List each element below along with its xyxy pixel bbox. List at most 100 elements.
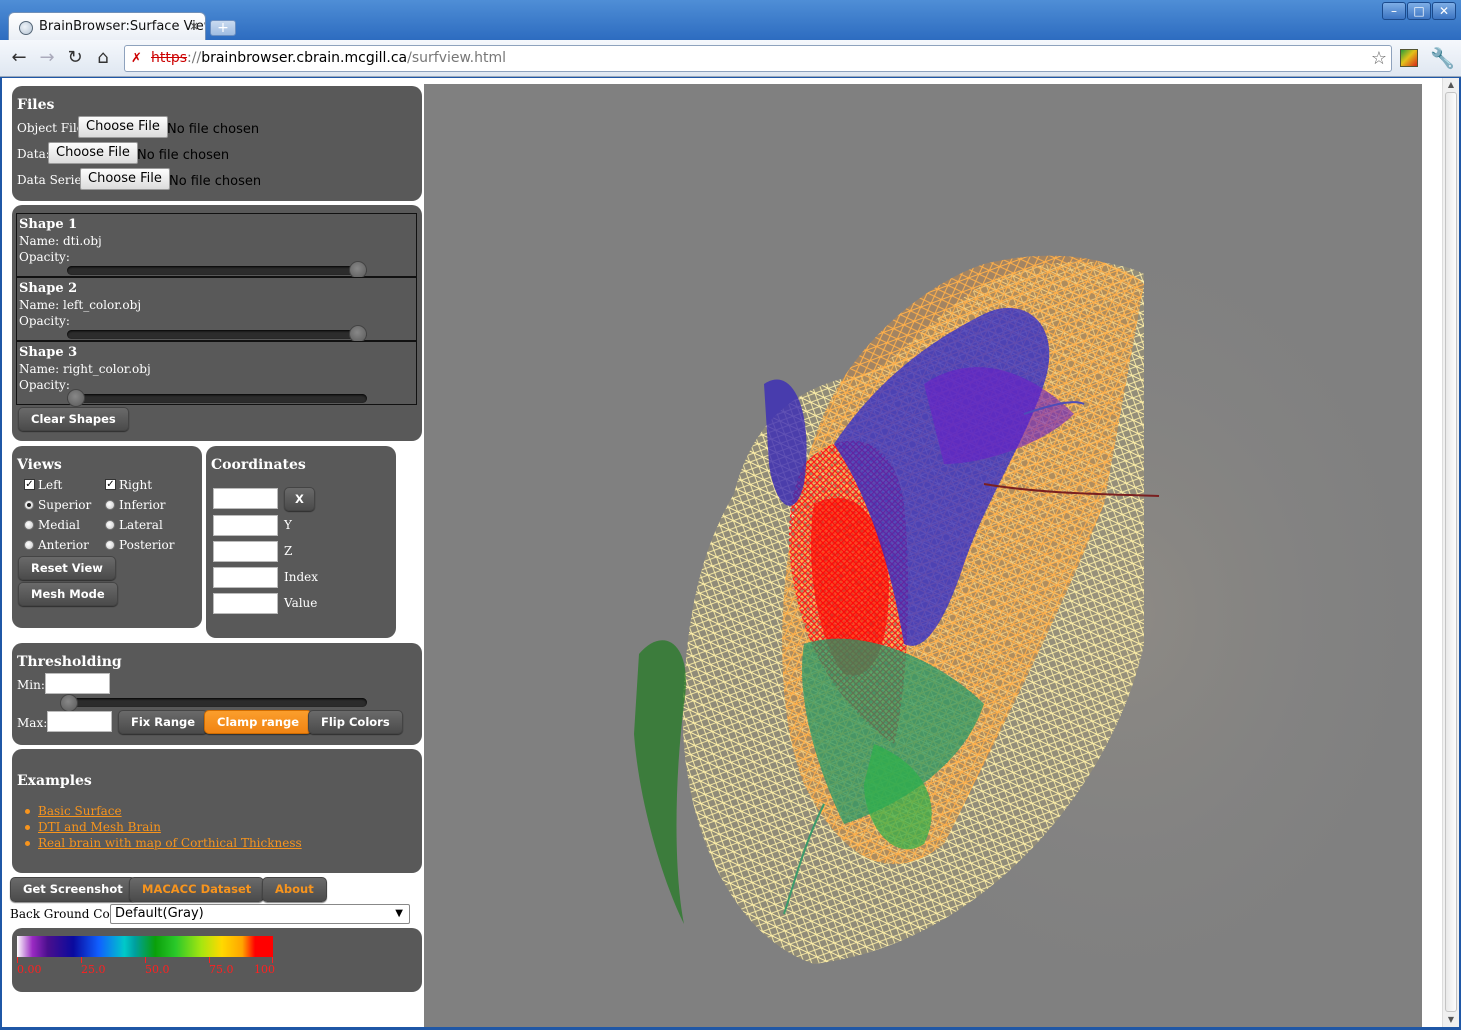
- examples-heading: Examples: [17, 773, 92, 789]
- data-choose-button[interactable]: Choose File: [48, 142, 138, 164]
- background-color-value: Default(Gray): [115, 906, 204, 921]
- clear-shapes-button[interactable]: Clear Shapes: [18, 407, 129, 431]
- vertex-index-label: Index: [284, 570, 319, 584]
- example-dti-mesh-link[interactable]: DTI and Mesh Brain: [38, 820, 161, 834]
- get-screenshot-button[interactable]: Get Screenshot: [10, 877, 136, 902]
- coordinate-y-label: Y: [284, 518, 292, 532]
- shape-filename: Name: right_color.obj: [19, 362, 151, 376]
- reload-icon[interactable]: ↻: [65, 48, 85, 68]
- about-button[interactable]: About: [262, 877, 327, 902]
- address-bar[interactable]: ✗ https://brainbrowser.cbrain.mcgill.ca/…: [124, 45, 1392, 72]
- page-viewport: Files Object File: Choose File No file c…: [2, 78, 1459, 1027]
- tab-close-icon[interactable]: ×: [189, 19, 199, 33]
- data-series-choose-button[interactable]: Choose File: [80, 168, 170, 190]
- opacity-slider-handle[interactable]: [67, 389, 85, 407]
- vertex-value-input[interactable]: [213, 593, 278, 614]
- brain-3d-canvas[interactable]: [424, 84, 1422, 1027]
- minimize-button[interactable]: –: [1382, 2, 1406, 20]
- files-heading: Files: [17, 97, 55, 113]
- opacity-label: Opacity:: [19, 250, 70, 264]
- example-cortical-thickness-link[interactable]: Real brain with map of Corthical Thickne…: [38, 836, 302, 850]
- insecure-lock-icon: ✗: [131, 51, 142, 66]
- home-icon[interactable]: ⌂: [93, 48, 113, 68]
- data-file-status: No file chosen: [137, 148, 230, 163]
- threshold-slider-track[interactable]: [62, 698, 367, 707]
- list-item: DTI and Mesh Brain: [25, 819, 302, 835]
- wrench-menu-icon[interactable]: 🔧: [1430, 46, 1455, 70]
- back-arrow-icon[interactable]: ←: [9, 48, 29, 68]
- color-spectrum-bar: [17, 936, 273, 957]
- view-anterior-radio[interactable]: [24, 540, 34, 550]
- chevron-down-icon: ▼: [395, 908, 403, 919]
- coordinate-y-input[interactable]: [213, 515, 278, 536]
- thresholding-heading: Thresholding: [17, 654, 122, 670]
- coordinate-z-input[interactable]: [213, 541, 278, 562]
- coordinate-z-label: Z: [284, 544, 293, 558]
- new-tab-button[interactable]: +: [210, 20, 236, 36]
- scroll-up-arrow-icon[interactable]: ▲: [1443, 78, 1459, 92]
- window-titlebar: BrainBrowser:Surface View × + – □ ✕: [0, 0, 1461, 42]
- coordinate-x-input[interactable]: [213, 488, 278, 509]
- mesh-mode-button[interactable]: Mesh Mode: [18, 582, 118, 606]
- view-lateral-label: Lateral: [119, 518, 163, 532]
- vertex-index-input[interactable]: [213, 567, 278, 588]
- shape-filename: Name: left_color.obj: [19, 298, 142, 312]
- left-hemisphere-checkbox[interactable]: ✓: [24, 479, 35, 490]
- opacity-slider-track[interactable]: [67, 394, 367, 403]
- extension-icon[interactable]: [1400, 49, 1418, 67]
- view-superior-radio[interactable]: [24, 500, 34, 510]
- coordinate-x-button[interactable]: X: [284, 487, 315, 511]
- shape-title: Shape 2: [19, 281, 78, 296]
- list-item: Basic Surface: [25, 803, 302, 819]
- reset-view-button[interactable]: Reset View: [18, 556, 116, 580]
- browser-toolbar: ← → ↻ ⌂ ✗ https://brainbrowser.cbrain.mc…: [0, 40, 1461, 77]
- coordinates-panel: Coordinates X Y Z Index Value: [206, 446, 396, 638]
- opacity-slider-track[interactable]: [67, 266, 367, 275]
- view-posterior-label: Posterior: [119, 538, 175, 552]
- fix-range-button[interactable]: Fix Range: [118, 710, 209, 734]
- scrollbar-thumb[interactable]: [1445, 92, 1457, 1012]
- url-scheme: https: [151, 50, 188, 66]
- view-anterior-label: Anterior: [38, 538, 89, 552]
- right-hemisphere-label: Right: [119, 478, 153, 492]
- threshold-min-label: Min:: [17, 678, 45, 692]
- threshold-min-input[interactable]: [45, 673, 110, 694]
- colorbar-tick-label: 100: [254, 963, 275, 976]
- examples-list: Basic Surface DTI and Mesh Brain Real br…: [25, 803, 302, 851]
- threshold-max-input[interactable]: [47, 711, 112, 732]
- tab-title: BrainBrowser:Surface View: [39, 19, 206, 34]
- bookmark-star-icon[interactable]: ☆: [1371, 46, 1387, 71]
- view-lateral-radio[interactable]: [105, 520, 115, 530]
- clamp-range-button[interactable]: Clamp range: [204, 710, 313, 734]
- object-file-choose-button[interactable]: Choose File: [78, 116, 168, 138]
- view-medial-radio[interactable]: [24, 520, 34, 530]
- opacity-label: Opacity:: [19, 378, 70, 392]
- shape-title: Shape 3: [19, 345, 78, 360]
- threshold-slider-handle[interactable]: [60, 694, 78, 712]
- url-host: brainbrowser.cbrain.mcgill.ca: [201, 50, 408, 66]
- colorbar-panel: 0.00 25.0 50.0 75.0 100: [12, 928, 422, 992]
- macacc-dataset-button[interactable]: MACACC Dataset: [129, 877, 265, 902]
- close-window-button[interactable]: ✕: [1432, 2, 1456, 20]
- view-inferior-label: Inferior: [119, 498, 166, 512]
- scroll-down-arrow-icon[interactable]: ▼: [1443, 1013, 1459, 1027]
- example-basic-surface-link[interactable]: Basic Surface: [38, 804, 122, 818]
- data-series-status: No file chosen: [169, 174, 262, 189]
- maximize-button[interactable]: □: [1407, 2, 1431, 20]
- flip-colors-button[interactable]: Flip Colors: [308, 710, 403, 734]
- forward-arrow-icon[interactable]: →: [37, 48, 57, 68]
- vertical-scrollbar[interactable]: ▲ ▼: [1442, 78, 1459, 1027]
- right-hemisphere-checkbox[interactable]: ✓: [105, 479, 116, 490]
- files-panel: Files Object File: Choose File No file c…: [12, 86, 422, 201]
- colorbar-tick-label: 25.0: [81, 963, 106, 976]
- shape-title: Shape 1: [19, 217, 78, 232]
- view-inferior-radio[interactable]: [105, 500, 115, 510]
- background-color-select[interactable]: Default(Gray) ▼: [110, 904, 410, 924]
- opacity-label: Opacity:: [19, 314, 70, 328]
- url-path: /surfview.html: [407, 50, 506, 66]
- shape-item: Shape 3 Name: right_color.obj Opacity:: [16, 341, 417, 407]
- browser-tab[interactable]: BrainBrowser:Surface View ×: [8, 12, 206, 42]
- views-heading: Views: [17, 457, 62, 473]
- view-posterior-radio[interactable]: [105, 540, 115, 550]
- opacity-slider-track[interactable]: [67, 330, 367, 339]
